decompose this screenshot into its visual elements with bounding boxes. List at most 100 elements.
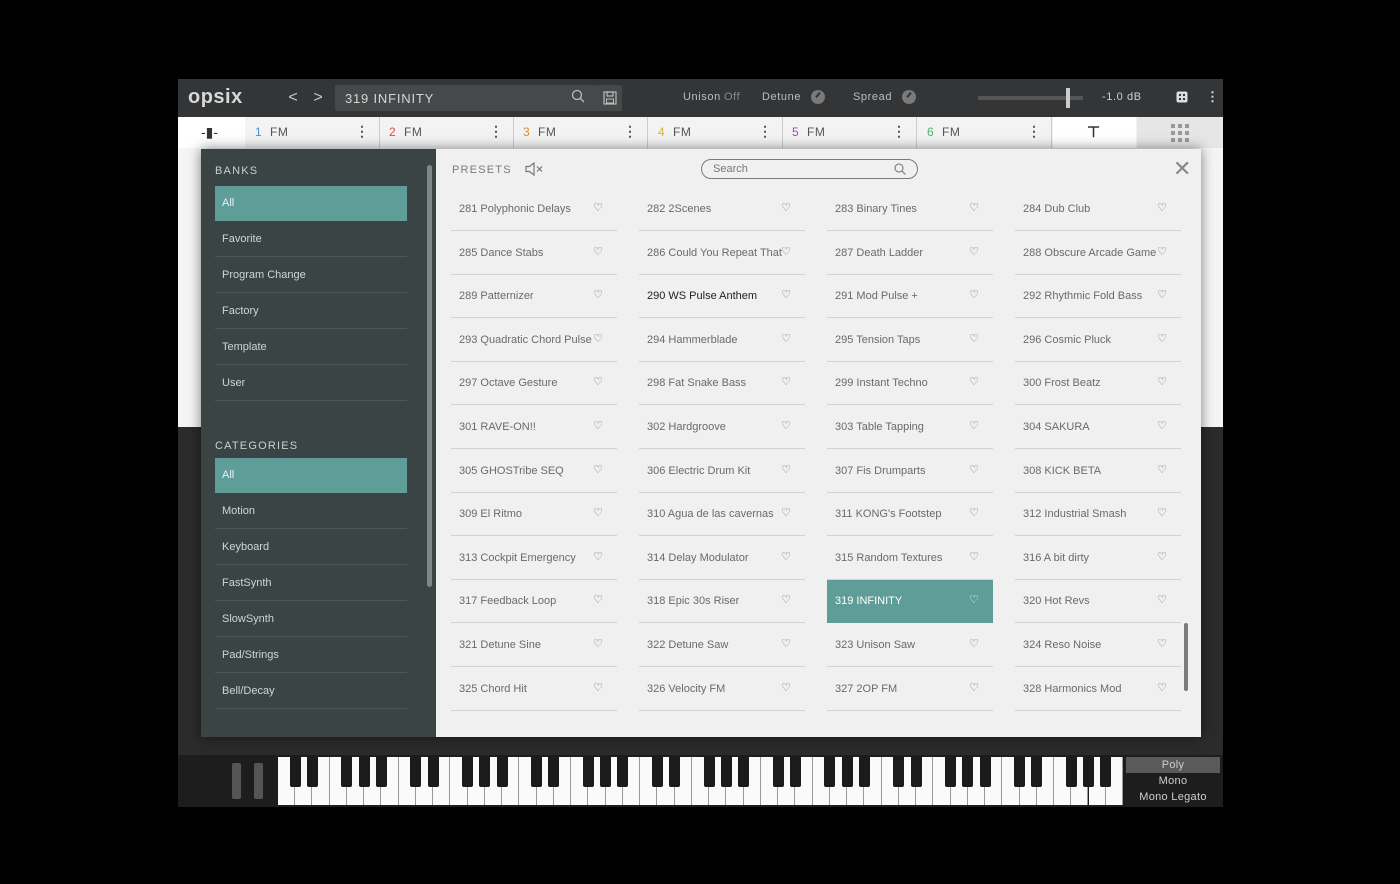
operator-menu-icon[interactable]: ⋮ bbox=[892, 123, 906, 140]
favorite-heart-icon[interactable]: ♡ bbox=[969, 332, 979, 345]
preset-item[interactable]: 291 Mod Pulse + ♡ bbox=[827, 275, 993, 318]
black-key[interactable] bbox=[910, 757, 922, 787]
operator-menu-icon[interactable]: ⋮ bbox=[623, 123, 637, 140]
favorite-heart-icon[interactable]: ♡ bbox=[1157, 332, 1167, 345]
black-key[interactable] bbox=[582, 757, 594, 787]
preset-item[interactable]: 327 2OP FM ♡ bbox=[827, 668, 993, 711]
save-button[interactable] bbox=[598, 85, 622, 111]
black-key[interactable] bbox=[858, 757, 870, 787]
favorite-heart-icon[interactable]: ♡ bbox=[781, 463, 791, 476]
preset-item[interactable]: 320 Hot Revs ♡ bbox=[1015, 580, 1181, 623]
favorite-heart-icon[interactable]: ♡ bbox=[593, 201, 603, 214]
preset-item[interactable]: 289 Patternizer ♡ bbox=[451, 275, 617, 318]
bank-item-factory[interactable]: Factory bbox=[215, 294, 407, 329]
favorite-heart-icon[interactable]: ♡ bbox=[593, 375, 603, 388]
preset-item[interactable]: 318 Epic 30s Riser ♡ bbox=[639, 580, 805, 623]
favorite-heart-icon[interactable]: ♡ bbox=[593, 593, 603, 606]
black-key[interactable] bbox=[962, 757, 974, 787]
preset-name-field[interactable]: 319 INFINITY bbox=[335, 85, 598, 111]
voice-mode-poly[interactable]: Poly bbox=[1126, 757, 1220, 773]
preset-item[interactable]: 324 Reso Noise ♡ bbox=[1015, 624, 1181, 667]
preset-item[interactable]: 283 Binary Tines ♡ bbox=[827, 188, 993, 231]
favorite-heart-icon[interactable]: ♡ bbox=[593, 288, 603, 301]
operator-menu-icon[interactable]: ⋮ bbox=[1027, 123, 1041, 140]
detune-knob[interactable] bbox=[811, 90, 825, 104]
favorite-heart-icon[interactable]: ♡ bbox=[593, 681, 603, 694]
operator-tab-5[interactable]: 5 FM ⋮ bbox=[783, 117, 917, 148]
black-key[interactable] bbox=[772, 757, 784, 787]
favorite-heart-icon[interactable]: ♡ bbox=[593, 637, 603, 650]
favorite-heart-icon[interactable]: ♡ bbox=[1157, 681, 1167, 694]
black-key[interactable] bbox=[738, 757, 750, 787]
favorite-heart-icon[interactable]: ♡ bbox=[969, 375, 979, 388]
category-item-slowsynth[interactable]: SlowSynth bbox=[215, 602, 407, 637]
preset-item[interactable]: 316 A bit dirty ♡ bbox=[1015, 537, 1181, 580]
favorite-heart-icon[interactable]: ♡ bbox=[781, 375, 791, 388]
preset-item[interactable]: 293 Quadratic Chord Pulse ♡ bbox=[451, 319, 617, 362]
favorite-heart-icon[interactable]: ♡ bbox=[1157, 463, 1167, 476]
favorite-heart-icon[interactable]: ♡ bbox=[781, 637, 791, 650]
preset-item[interactable]: 328 Harmonics Mod ♡ bbox=[1015, 668, 1181, 711]
favorite-heart-icon[interactable]: ♡ bbox=[969, 681, 979, 694]
more-menu-icon[interactable]: ⋮ bbox=[1206, 89, 1219, 105]
grid-settings-icon[interactable] bbox=[1176, 91, 1188, 106]
preset-item[interactable]: 284 Dub Club ♡ bbox=[1015, 188, 1181, 231]
algorithm-tab[interactable]: -▮- bbox=[178, 117, 245, 148]
black-key[interactable] bbox=[1014, 757, 1026, 787]
preset-item[interactable]: 315 Random Textures ♡ bbox=[827, 537, 993, 580]
favorite-heart-icon[interactable]: ♡ bbox=[1157, 419, 1167, 432]
category-item-fastsynth[interactable]: FastSynth bbox=[215, 566, 407, 601]
search-icon[interactable] bbox=[894, 163, 906, 175]
preset-item[interactable]: 305 GHOSTribe SEQ ♡ bbox=[451, 450, 617, 493]
black-key[interactable] bbox=[824, 757, 836, 787]
black-key[interactable] bbox=[341, 757, 353, 787]
favorite-heart-icon[interactable]: ♡ bbox=[1157, 593, 1167, 606]
preset-item[interactable]: 326 Velocity FM ♡ bbox=[639, 668, 805, 711]
preset-item[interactable]: 292 Rhythmic Fold Bass ♡ bbox=[1015, 275, 1181, 318]
category-item-motion[interactable]: Motion bbox=[215, 494, 407, 529]
preset-item[interactable]: 295 Tension Taps ♡ bbox=[827, 319, 993, 362]
routing-view-tab[interactable]: ⊤ bbox=[1053, 117, 1136, 148]
category-item-bell-decay[interactable]: Bell/Decay bbox=[215, 674, 407, 709]
favorite-heart-icon[interactable]: ♡ bbox=[969, 463, 979, 476]
bank-item-template[interactable]: Template bbox=[215, 330, 407, 365]
black-key[interactable] bbox=[600, 757, 612, 787]
favorite-heart-icon[interactable]: ♡ bbox=[781, 550, 791, 563]
piano-keyboard[interactable] bbox=[278, 757, 1123, 805]
black-key[interactable] bbox=[496, 757, 508, 787]
favorite-heart-icon[interactable]: ♡ bbox=[969, 593, 979, 606]
bank-item-favorite[interactable]: Favorite bbox=[215, 222, 407, 257]
favorite-heart-icon[interactable]: ♡ bbox=[1157, 201, 1167, 214]
favorite-heart-icon[interactable]: ♡ bbox=[593, 419, 603, 432]
spread-knob[interactable] bbox=[902, 90, 916, 104]
black-key[interactable] bbox=[979, 757, 991, 787]
preset-item[interactable]: 285 Dance Stabs ♡ bbox=[451, 232, 617, 275]
preset-item[interactable]: 317 Feedback Loop ♡ bbox=[451, 580, 617, 623]
favorite-heart-icon[interactable]: ♡ bbox=[593, 550, 603, 563]
voice-mode-mono-legato[interactable]: Mono Legato bbox=[1126, 789, 1220, 805]
category-item-keyboard[interactable]: Keyboard bbox=[215, 530, 407, 565]
black-key[interactable] bbox=[479, 757, 491, 787]
prev-preset-button[interactable]: < bbox=[281, 88, 305, 108]
black-key[interactable] bbox=[358, 757, 370, 787]
favorite-heart-icon[interactable]: ♡ bbox=[969, 506, 979, 519]
preset-item[interactable]: 323 Unison Saw ♡ bbox=[827, 624, 993, 667]
preset-item[interactable]: 311 KONG's Footstep ♡ bbox=[827, 493, 993, 536]
preset-item[interactable]: 313 Cockpit Emergency ♡ bbox=[451, 537, 617, 580]
black-key[interactable] bbox=[893, 757, 905, 787]
preset-item[interactable]: 310 Agua de las cavernas ♡ bbox=[639, 493, 805, 536]
black-key[interactable] bbox=[651, 757, 663, 787]
search-icon[interactable] bbox=[571, 89, 585, 106]
preset-item[interactable]: 319 INFINITY ♡ bbox=[827, 580, 993, 623]
preset-item[interactable]: 294 Hammerblade ♡ bbox=[639, 319, 805, 362]
black-key[interactable] bbox=[410, 757, 422, 787]
preset-item[interactable]: 304 SAKURA ♡ bbox=[1015, 406, 1181, 449]
operator-tab-1[interactable]: 1 FM ⋮ bbox=[246, 117, 380, 148]
presets-scrollbar[interactable] bbox=[1184, 623, 1188, 691]
favorite-heart-icon[interactable]: ♡ bbox=[593, 245, 603, 258]
preset-item[interactable]: 300 Frost Beatz ♡ bbox=[1015, 362, 1181, 405]
favorite-heart-icon[interactable]: ♡ bbox=[781, 201, 791, 214]
black-key[interactable] bbox=[703, 757, 715, 787]
favorite-heart-icon[interactable]: ♡ bbox=[969, 201, 979, 214]
preset-search-input[interactable]: Search bbox=[701, 159, 918, 179]
